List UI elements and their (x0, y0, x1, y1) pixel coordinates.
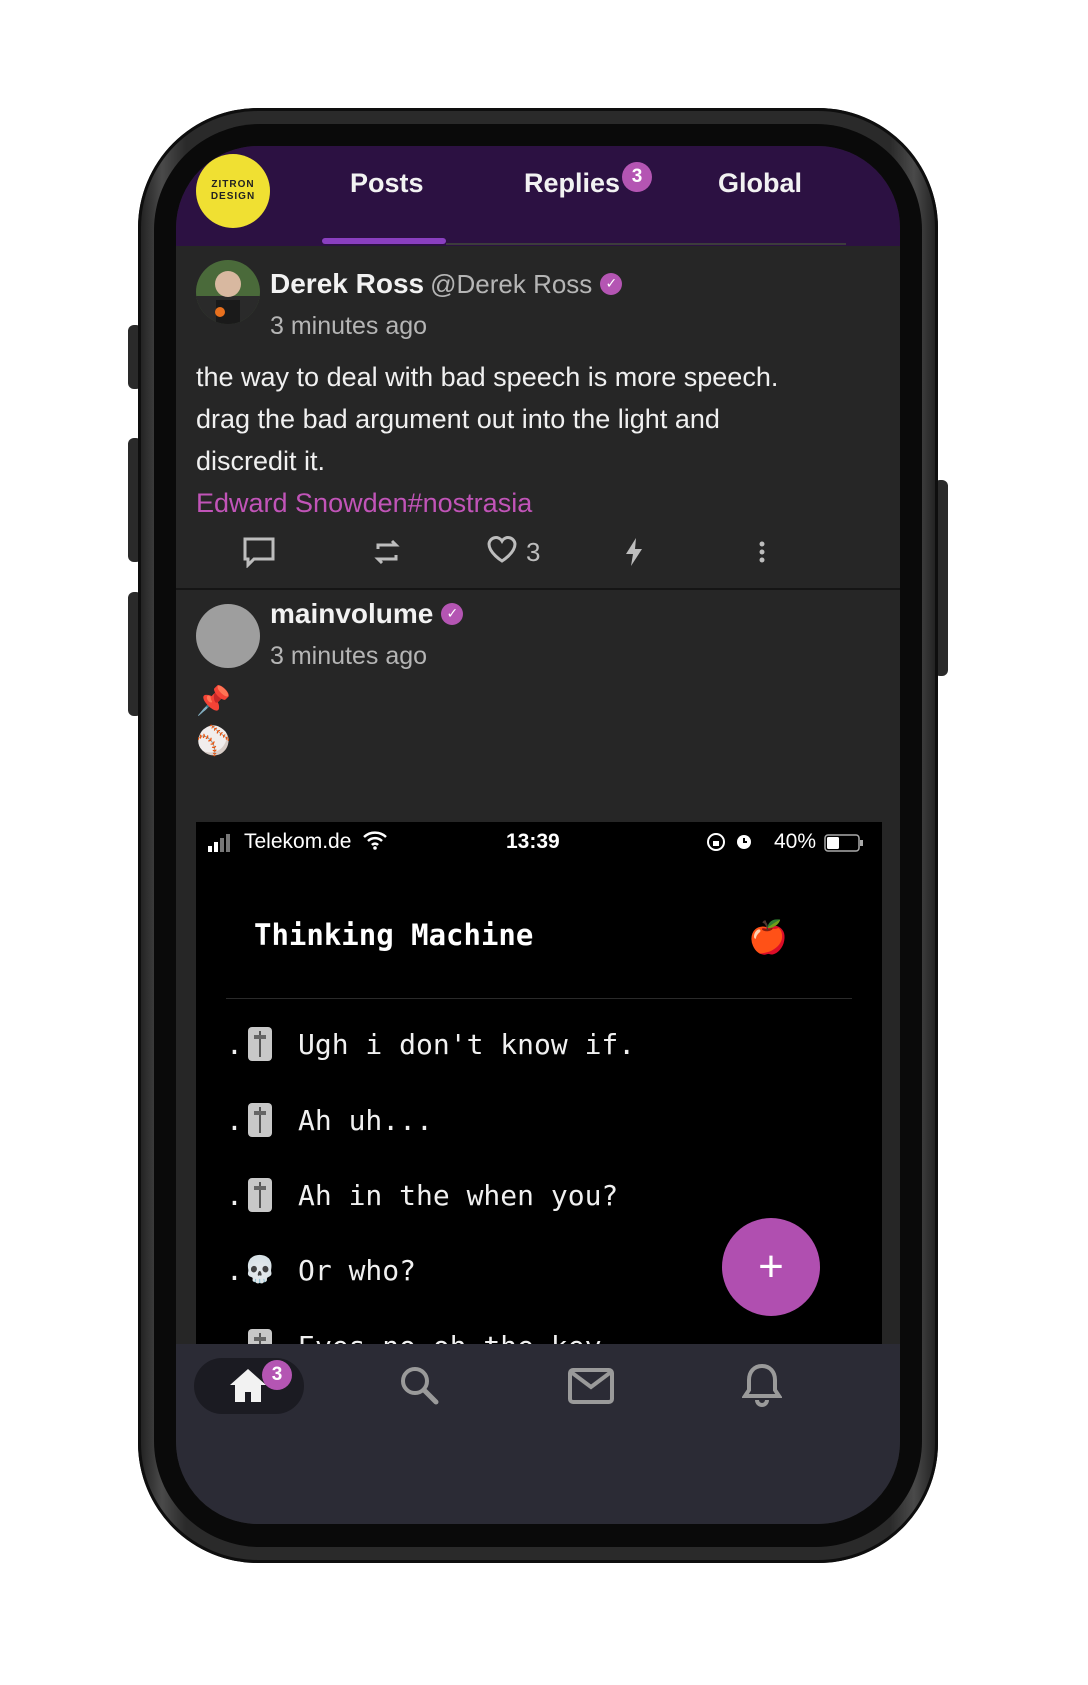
dial-icon (246, 1102, 274, 1138)
embedded-line: . Ah in the when you? (226, 1177, 619, 1213)
tab-replies[interactable]: Replies (524, 168, 620, 199)
bottom-nav: 3 (176, 1344, 900, 1524)
embedded-line: . 💀 Or who? (226, 1253, 417, 1287)
embedded-divider (226, 998, 852, 999)
tab-posts[interactable]: Posts (350, 168, 424, 199)
repost-icon[interactable] (372, 530, 402, 574)
home-badge: 3 (262, 1360, 292, 1390)
author-handle[interactable]: @Derek Ross (430, 269, 592, 299)
verified-icon: ✓ (441, 602, 464, 625)
wifi-icon (362, 830, 388, 856)
carrier-name: Telekom.de (244, 830, 352, 853)
author-name[interactable]: Derek Ross (270, 268, 424, 299)
compose-button[interactable]: + (722, 1218, 820, 1316)
embedded-line: . Ugh i don't know if. (226, 1026, 636, 1062)
active-tab-indicator (322, 238, 446, 244)
embedded-title: Thinking Machine (254, 918, 534, 952)
like-button[interactable]: 3 (486, 530, 540, 574)
search-icon[interactable] (398, 1364, 440, 1411)
verified-icon: ✓ (600, 272, 623, 295)
embedded-line: . Ah uh... (226, 1102, 433, 1138)
dial-icon (246, 1177, 274, 1213)
avatar[interactable] (196, 604, 260, 668)
baseball-emoji: ⚾ (196, 725, 231, 756)
heart-icon (486, 534, 518, 571)
replies-badge: 3 (622, 162, 652, 192)
pin-emoji: 📌 (196, 685, 231, 716)
battery-icon (824, 834, 864, 858)
signal-icon (208, 834, 236, 858)
post-time: 3 minutes ago (270, 312, 428, 340)
post-content: the way to deal with bad speech is more … (196, 356, 886, 524)
top-tab-bar: ZITRON DESIGN Posts Replies 3 Global (176, 146, 900, 246)
post-link[interactable]: Edward Snowden#nostrasia (196, 482, 886, 524)
post-text-line: the way to deal with bad speech is more … (196, 362, 779, 392)
tab-underline (446, 243, 846, 245)
zap-icon[interactable] (624, 530, 644, 574)
post-author[interactable]: Derek Ross @Derek Ross ✓ (270, 268, 623, 300)
post-text-line: drag the bad argument out into the light… (196, 404, 720, 434)
alarm-icon (734, 831, 754, 857)
comment-icon[interactable] (242, 530, 276, 574)
skull-icon: 💀 (243, 1255, 277, 1285)
bell-icon[interactable] (741, 1362, 783, 1413)
app-screen: ZITRON DESIGN Posts Replies 3 Global Der… (176, 146, 900, 1524)
embedded-time: 13:39 (506, 830, 560, 853)
brand-logo[interactable]: ZITRON DESIGN (196, 154, 270, 228)
more-icon[interactable] (758, 530, 766, 574)
post-card[interactable]: Derek Ross @Derek Ross ✓ 3 minutes ago the… (176, 246, 900, 588)
mail-icon[interactable] (568, 1368, 614, 1409)
apple-emoji: 🍎 (748, 919, 788, 955)
dial-icon (246, 1026, 274, 1062)
post-actions: 3 (176, 530, 900, 574)
post-time: 3 minutes ago (270, 642, 428, 670)
tab-global[interactable]: Global (718, 168, 802, 199)
rotation-lock-icon (706, 832, 726, 858)
like-count: 3 (526, 536, 541, 567)
post-text-line: discredit it. (196, 446, 326, 476)
author-name[interactable]: mainvolume (270, 598, 433, 629)
avatar[interactable] (196, 260, 260, 324)
post-author[interactable]: mainvolume ✓ (270, 598, 464, 630)
battery-percent: 40% (774, 830, 817, 853)
logo-text: ZITRON DESIGN (210, 179, 256, 202)
embedded-status-bar: Telekom.de 13:39 40% (196, 822, 882, 862)
